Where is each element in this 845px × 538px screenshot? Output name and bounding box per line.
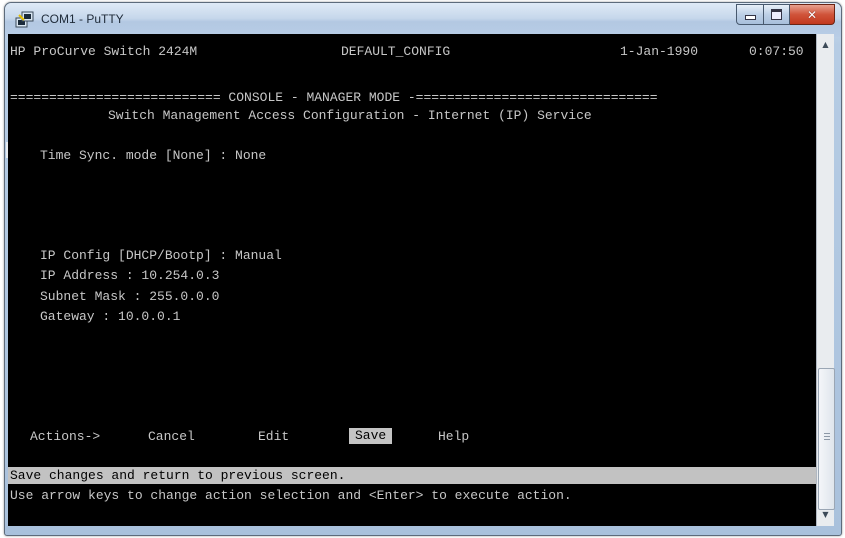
putty-window: COM1 - PuTTY ✕ HP ProCurve Switch 2424M … [0,0,845,538]
action-edit[interactable]: Edit [258,429,289,445]
scroll-down-arrow-icon[interactable]: ▼ [817,506,834,523]
action-save[interactable]: Save [349,428,393,444]
minimize-icon [744,15,756,20]
window-controls: ✕ [736,4,835,25]
time-sync-field[interactable]: Time Sync. mode [None] : None [40,148,266,164]
header-device: HP ProCurve Switch 2424M [10,44,198,59]
maximize-button[interactable] [764,4,790,25]
action-cancel[interactable]: Cancel [148,429,195,445]
action-help[interactable]: Help [438,429,469,445]
gateway-field[interactable]: Gateway : 10.0.0.1 [40,309,180,325]
help-line: Use arrow keys to change action selectio… [10,488,572,503]
close-button[interactable]: ✕ [790,4,835,25]
close-icon: ✕ [806,7,818,22]
terminal-screen[interactable]: HP ProCurve Switch 2424M DEFAULT_CONFIG … [8,34,816,526]
scroll-up-arrow-icon[interactable]: ▲ [817,36,834,53]
putty-icon [15,11,34,28]
window-title: COM1 - PuTTY [41,12,124,26]
vertical-scrollbar[interactable]: ▲ ▼ [816,34,835,526]
ip-address-field[interactable]: IP Address : 10.254.0.3 [40,268,219,284]
scrollbar-grip-icon [824,433,830,441]
maximize-icon [771,9,782,20]
title-bar[interactable]: COM1 - PuTTY ✕ [5,3,841,37]
minimize-button[interactable] [736,4,764,25]
screen-title: Switch Management Access Configuration -… [108,108,592,123]
subnet-mask-field[interactable]: Subnet Mask : 255.0.0.0 [40,289,219,305]
header-time: 0:07:50 [749,44,804,59]
header-date: 1-Jan-1990 [620,44,699,59]
mode-banner: =========================== CONSOLE - MA… [10,90,658,105]
status-line: Save changes and return to previous scre… [10,468,346,483]
actions-label: Actions-> [30,429,101,444]
ip-config-field[interactable]: IP Config [DHCP/Bootp] : Manual [40,248,282,264]
header-config: DEFAULT_CONFIG [341,44,451,59]
scrollbar-thumb[interactable] [818,368,835,510]
